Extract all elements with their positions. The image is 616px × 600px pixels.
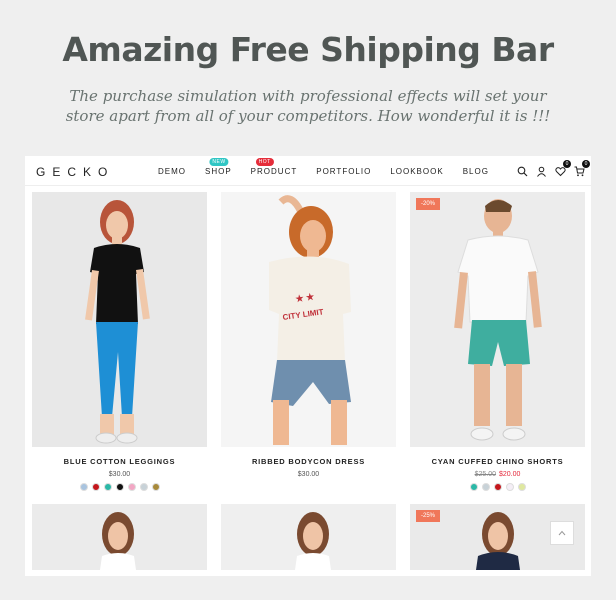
swatch-white[interactable] bbox=[505, 483, 514, 491]
swatch-pink[interactable] bbox=[127, 483, 136, 491]
sale-badge: -20% bbox=[416, 198, 441, 210]
swatch-teal[interactable] bbox=[469, 483, 478, 491]
color-swatches bbox=[32, 483, 207, 491]
swatch-light-blue[interactable] bbox=[79, 483, 88, 491]
product-name[interactable]: CYAN CUFFED CHINO SHORTS bbox=[410, 457, 585, 466]
new-badge: NEW bbox=[209, 158, 229, 166]
top-nav: GECKO DEMO SHOP NEW PRODUCT HOT PORTFOLIO … bbox=[25, 156, 591, 186]
swatch-gold[interactable] bbox=[151, 483, 160, 491]
product-card[interactable] bbox=[32, 504, 207, 570]
logo[interactable]: GECKO bbox=[36, 165, 114, 179]
product-image[interactable] bbox=[32, 192, 207, 447]
shop-preview: GECKO DEMO SHOP NEW PRODUCT HOT PORTFOLIO … bbox=[25, 156, 591, 576]
product-price: $25.00 $20.00 bbox=[410, 471, 585, 478]
wishlist-count: 0 bbox=[563, 160, 571, 168]
product-price: $30.00 bbox=[108, 471, 131, 478]
product-card[interactable]: ★ ★ CITY LIMIT RIBBED BODYCON DRESS $30.… bbox=[221, 192, 396, 478]
swatch-grey[interactable] bbox=[481, 483, 490, 491]
menu-item-demo[interactable]: DEMO bbox=[158, 167, 186, 176]
color-swatches bbox=[410, 483, 585, 491]
product-price: $30.00 bbox=[297, 471, 320, 478]
swatch-lime[interactable] bbox=[517, 483, 526, 491]
product-card[interactable]: BLUE COTTON LEGGINGS $30.00 bbox=[32, 192, 207, 491]
menu-item-portfolio[interactable]: PORTFOLIO bbox=[316, 167, 371, 176]
chevron-up-icon bbox=[558, 530, 566, 536]
swatch-grey[interactable] bbox=[139, 483, 148, 491]
swatch-black[interactable] bbox=[115, 483, 124, 491]
main-menu: DEMO SHOP NEW PRODUCT HOT PORTFOLIO LOOKBO… bbox=[158, 158, 489, 176]
product-name[interactable]: BLUE COTTON LEGGINGS bbox=[32, 457, 207, 466]
menu-item-product[interactable]: PRODUCT HOT bbox=[251, 158, 298, 176]
user-icon[interactable] bbox=[536, 164, 547, 177]
product-image[interactable]: -20% bbox=[410, 192, 585, 447]
product-card[interactable] bbox=[221, 504, 396, 570]
sale-badge: -25% bbox=[416, 510, 441, 522]
product-image[interactable]: ★ ★ CITY LIMIT bbox=[221, 192, 396, 447]
swatch-teal[interactable] bbox=[103, 483, 112, 491]
menu-item-blog[interactable]: BLOG bbox=[463, 167, 489, 176]
product-image[interactable] bbox=[32, 504, 207, 570]
wishlist-icon[interactable]: 0 bbox=[555, 160, 571, 177]
hero-subtitle: The purchase simulation with professiona… bbox=[65, 87, 551, 125]
swatch-red[interactable] bbox=[91, 483, 100, 491]
scroll-to-top-button[interactable] bbox=[550, 521, 574, 545]
menu-item-lookbook[interactable]: LOOKBOOK bbox=[390, 167, 443, 176]
product-image[interactable] bbox=[221, 504, 396, 570]
header-icons: 0 0 bbox=[517, 160, 590, 177]
menu-item-shop[interactable]: SHOP NEW bbox=[205, 158, 232, 176]
cart-icon[interactable]: 0 bbox=[574, 160, 590, 177]
sale-price: $20.00 bbox=[499, 471, 521, 478]
old-price: $25.00 bbox=[474, 471, 496, 478]
hot-badge: HOT bbox=[255, 158, 274, 166]
hero-title: Amazing Free Shipping Bar bbox=[62, 30, 554, 69]
cart-count: 0 bbox=[582, 160, 590, 168]
swatch-red[interactable] bbox=[493, 483, 502, 491]
product-name[interactable]: RIBBED BODYCON DRESS bbox=[221, 457, 396, 466]
search-icon[interactable] bbox=[517, 164, 528, 177]
product-card[interactable]: -20% CYAN CUFFED CHINO SHORTS $25.00 $20.… bbox=[410, 192, 585, 491]
